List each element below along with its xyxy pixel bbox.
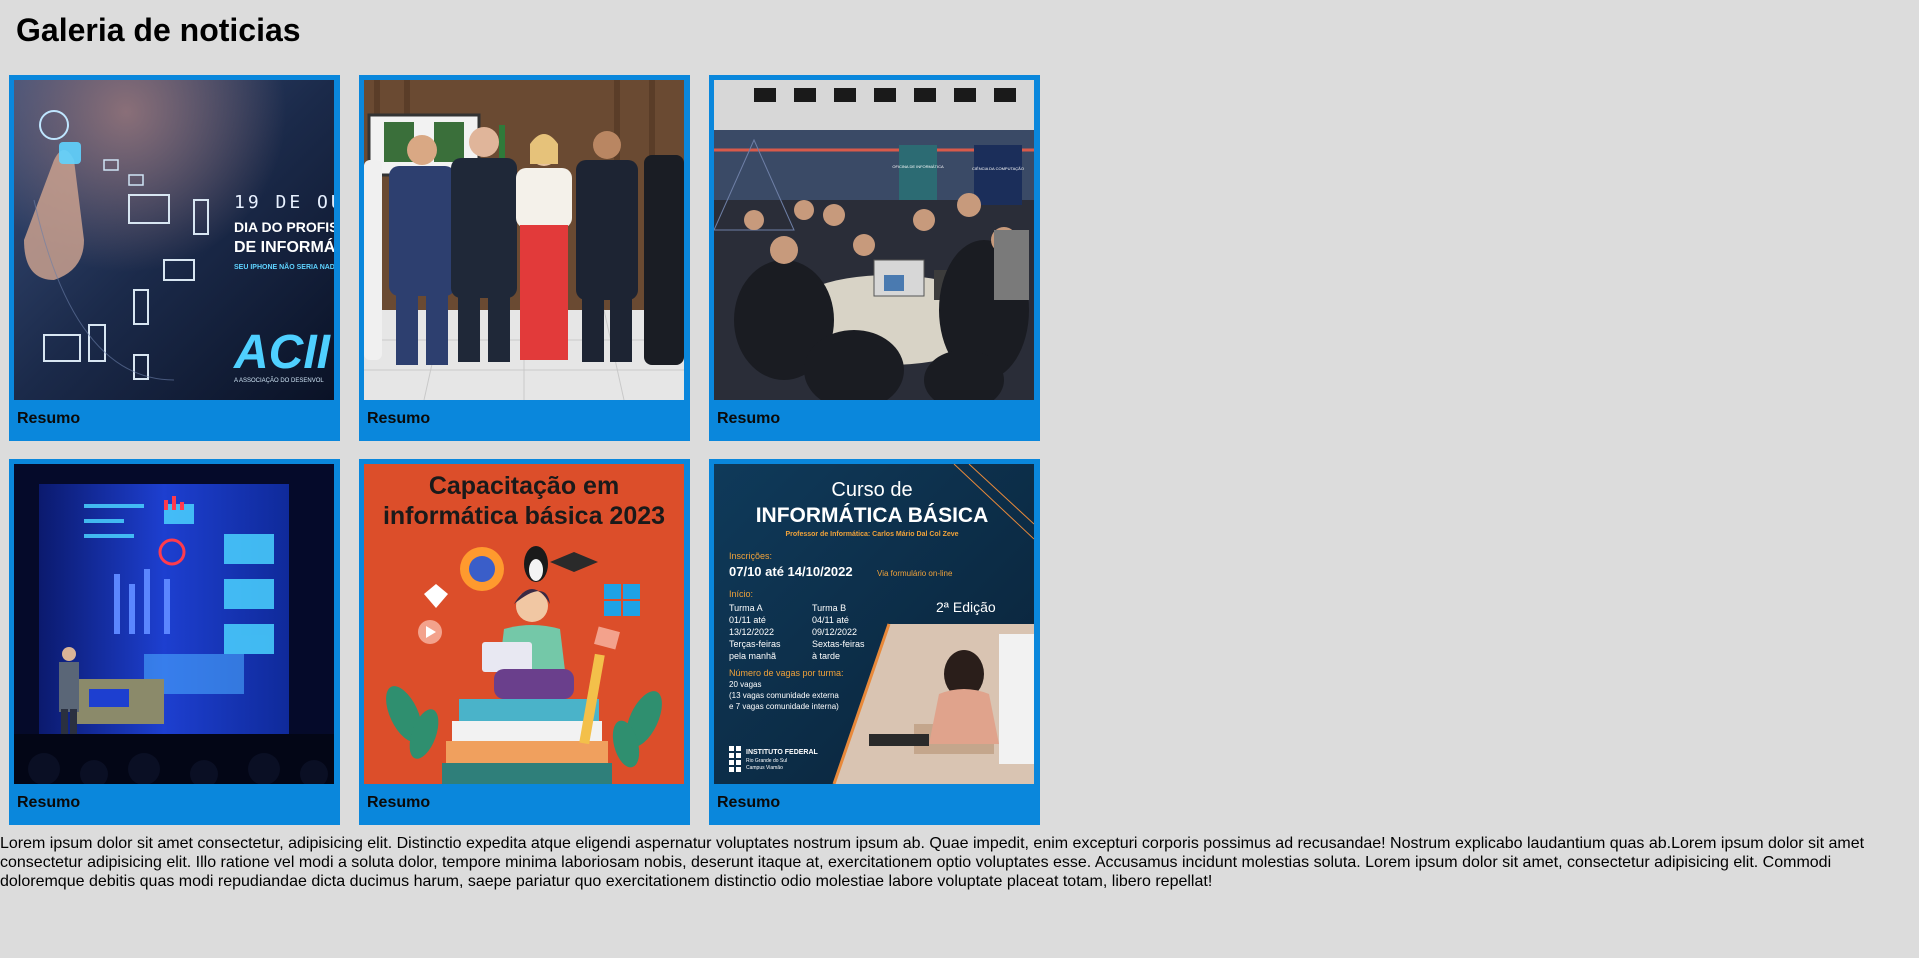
image-caption: DE INFORMÁ	[234, 237, 334, 256]
image-caption: 09/12/2022	[812, 627, 857, 637]
card-label[interactable]: Resumo	[717, 409, 780, 429]
image-caption: informática básica 2023	[383, 502, 665, 530]
image-caption: Número de vagas por turma:	[729, 668, 844, 678]
image-caption: Curso de	[831, 479, 912, 501]
image-caption: Turma B	[812, 603, 846, 613]
image-caption: 20 vagas	[729, 680, 761, 689]
image-caption: Inscrições:	[729, 551, 772, 561]
image-caption: 01/11 até	[729, 615, 766, 625]
news-image[interactable]: Curso de INFORMÁTICA BÁSICA Professor de…	[714, 464, 1034, 784]
gallery-card[interactable]: Curso de INFORMÁTICA BÁSICA Professor de…	[709, 459, 1040, 825]
gallery-card[interactable]: 19 DE OUT DIA DO PROFISS DE INFORMÁ SEU …	[9, 75, 340, 441]
image-caption: 19 DE OUT	[234, 192, 334, 213]
image-caption: Terças-feiras	[729, 639, 781, 649]
image-caption: DIA DO PROFISS	[234, 219, 334, 235]
image-caption: Campus Viamão	[746, 765, 783, 771]
image-caption: Sextas-feiras	[812, 639, 865, 649]
image-caption: ACII	[233, 326, 332, 379]
image-caption: INSTITUTO FEDERAL	[746, 749, 819, 756]
image-caption: A ASSOCIAÇÃO DO DESENVOL	[234, 377, 324, 384]
news-image[interactable]: OFICINA DE INFORMÁTICA CIÊNCIA DA COMPUT…	[714, 80, 1034, 400]
image-caption: Início:	[729, 589, 753, 599]
image-caption: 2ª Edição	[936, 599, 996, 615]
news-image[interactable]: Capacitação em informática básica 2023	[364, 464, 684, 784]
image-caption: (13 vagas comunidade externa	[729, 691, 839, 700]
news-image[interactable]	[364, 80, 684, 400]
image-caption: 13/12/2022	[729, 627, 774, 637]
card-label[interactable]: Resumo	[367, 793, 430, 813]
gallery-card[interactable]: OFICINA DE INFORMÁTICA CIÊNCIA DA COMPUT…	[709, 75, 1040, 441]
image-caption: 04/11 até	[812, 615, 849, 625]
image-caption: 07/10 até 14/10/2022	[729, 564, 853, 579]
image-caption: INFORMÁTICA BÁSICA	[756, 504, 989, 527]
card-label[interactable]: Resumo	[367, 409, 430, 429]
image-caption: e 7 vagas comunidade interna)	[729, 702, 839, 711]
image-caption: pela manhã	[729, 651, 776, 661]
image-caption: SEU IPHONE NÃO SERIA NAD	[234, 262, 334, 271]
news-image[interactable]: 19 DE OUT DIA DO PROFISS DE INFORMÁ SEU …	[14, 80, 334, 400]
image-caption: Capacitação em	[429, 472, 619, 500]
news-image[interactable]	[14, 464, 334, 784]
image-caption: Turma A	[729, 603, 763, 613]
body-paragraph: Lorem ipsum dolor sit amet consectetur, …	[0, 835, 1865, 890]
image-caption: Via formulário on-line	[877, 569, 953, 578]
page-title: Galeria de noticias	[16, 12, 301, 48]
gallery-card[interactable]: Resumo	[9, 459, 340, 825]
gallery-card[interactable]: Resumo	[359, 75, 690, 441]
image-caption: OFICINA DE INFORMÁTICA	[892, 164, 944, 169]
image-caption: Rio Grande do Sul	[746, 758, 787, 764]
gallery-card[interactable]: Capacitação em informática básica 2023 R…	[359, 459, 690, 825]
card-label[interactable]: Resumo	[717, 793, 780, 813]
card-label[interactable]: Resumo	[17, 793, 80, 813]
image-caption: à tarde	[812, 651, 840, 661]
image-caption: Professor de Informática: Carlos Mário D…	[785, 531, 958, 538]
card-label[interactable]: Resumo	[17, 409, 80, 429]
image-caption: CIÊNCIA DA COMPUTAÇÃO	[972, 166, 1024, 171]
